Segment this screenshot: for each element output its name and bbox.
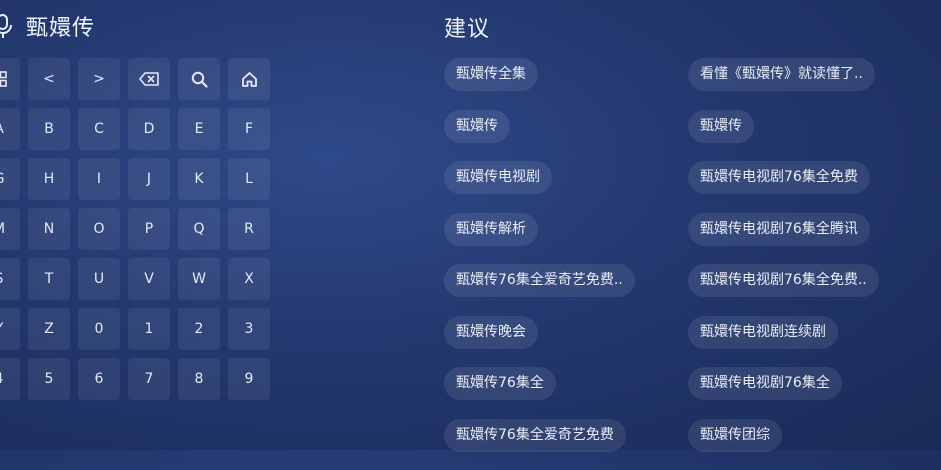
key-2[interactable]: 2	[178, 308, 220, 350]
key-w[interactable]: W	[178, 258, 220, 300]
key-g[interactable]: G	[0, 158, 20, 200]
key-t[interactable]: T	[28, 258, 70, 300]
key-j[interactable]: J	[128, 158, 170, 200]
key-1[interactable]: 1	[128, 308, 170, 350]
key-b[interactable]: B	[28, 108, 70, 150]
suggestion-chip[interactable]: 甄嬛传电视剧76集全免费..	[688, 264, 879, 297]
suggestion-chip[interactable]: 甄嬛传电视剧	[444, 161, 552, 194]
search-query-text: 甄嬛传	[26, 16, 96, 41]
key-left[interactable]: <	[28, 58, 70, 100]
suggestions-left-column: 甄嬛传全集甄嬛传甄嬛传电视剧 甄嬛传解析甄嬛传76集全爱奇艺免费.. 甄嬛传晚会甄嬛…	[444, 58, 635, 470]
key-q[interactable]: Q	[178, 208, 220, 250]
key-x[interactable]: X	[228, 258, 270, 300]
suggestion-chip[interactable]: 甄嬛传76集全	[444, 367, 556, 400]
suggestion-chip[interactable]: 甄嬛传76集全爱奇艺免费..	[444, 264, 635, 297]
key-4[interactable]: 4	[0, 358, 20, 400]
suggestion-chip[interactable]: 甄嬛传	[688, 109, 754, 143]
suggestion-chip[interactable]: 甄嬛传电视剧76集全腾讯	[688, 212, 870, 246]
key-r[interactable]: R	[228, 208, 270, 250]
key-l[interactable]: L	[228, 158, 270, 200]
key-k[interactable]: K	[178, 158, 220, 200]
suggestions-title: 建议	[444, 17, 491, 42]
key-v[interactable]: V	[128, 258, 170, 300]
suggestion-chip[interactable]: 甄嬛传76集全爱奇艺免费	[444, 418, 626, 452]
on-screen-keyboard: <> ABCDEF GHIJKL MNOPQR STUVWX YZ0123 456789	[0, 58, 270, 400]
key-0[interactable]: 0	[78, 308, 120, 350]
suggestion-chip[interactable]: 甄嬛传	[444, 109, 510, 143]
key-z[interactable]: Z	[28, 308, 70, 350]
suggestion-chip[interactable]: 看懂《甄嬛传》就读懂了..	[688, 58, 875, 91]
search-query-bar[interactable]: 甄嬛传	[0, 6, 95, 46]
key-u[interactable]: U	[78, 258, 120, 300]
suggestion-chip[interactable]: 甄嬛传电视剧连续剧	[688, 315, 838, 349]
suggestion-chip[interactable]: 甄嬛传晚会	[444, 315, 538, 349]
home-icon	[241, 71, 258, 88]
suggestions-right-column: 看懂《甄嬛传》就读懂了.. 甄嬛传甄嬛传电视剧76集全免费 甄嬛传电视剧76集全腾讯…	[688, 58, 879, 470]
microphone-icon[interactable]	[0, 13, 12, 39]
key-f[interactable]: F	[228, 108, 270, 150]
key-a[interactable]: A	[0, 108, 20, 150]
key-7[interactable]: 7	[128, 358, 170, 400]
key-h[interactable]: H	[28, 158, 70, 200]
key-9[interactable]: 9	[228, 358, 270, 400]
suggestion-chip[interactable]: 甄嬛传全集	[444, 58, 538, 91]
key-n[interactable]: N	[28, 208, 70, 250]
key-home[interactable]	[228, 58, 270, 100]
suggestion-chip[interactable]: 甄嬛传解析	[444, 212, 538, 246]
key-p[interactable]: P	[128, 208, 170, 250]
key-e[interactable]: E	[178, 108, 220, 150]
key-5[interactable]: 5	[28, 358, 70, 400]
key-m[interactable]: M	[0, 208, 20, 250]
key-o[interactable]: O	[78, 208, 120, 250]
key-d[interactable]: D	[128, 108, 170, 150]
key-s[interactable]: S	[0, 258, 20, 300]
suggestion-chip[interactable]: 甄嬛传电视剧76集全免费	[688, 161, 870, 194]
grid-icon	[0, 71, 7, 87]
key-i[interactable]: I	[78, 158, 120, 200]
suggestion-chip[interactable]: 甄嬛传团综	[688, 418, 782, 452]
backspace-icon	[139, 72, 159, 86]
search-icon	[191, 71, 208, 88]
key-3[interactable]: 3	[228, 308, 270, 350]
suggestion-chip[interactable]: 甄嬛传电视剧76集全	[688, 367, 842, 400]
key-grid[interactable]	[0, 58, 20, 100]
key-backspace[interactable]	[128, 58, 170, 100]
key-6[interactable]: 6	[78, 358, 120, 400]
key-c[interactable]: C	[78, 108, 120, 150]
key-search[interactable]	[178, 58, 220, 100]
key-8[interactable]: 8	[178, 358, 220, 400]
key-right[interactable]: >	[78, 58, 120, 100]
key-y[interactable]: Y	[0, 308, 20, 350]
